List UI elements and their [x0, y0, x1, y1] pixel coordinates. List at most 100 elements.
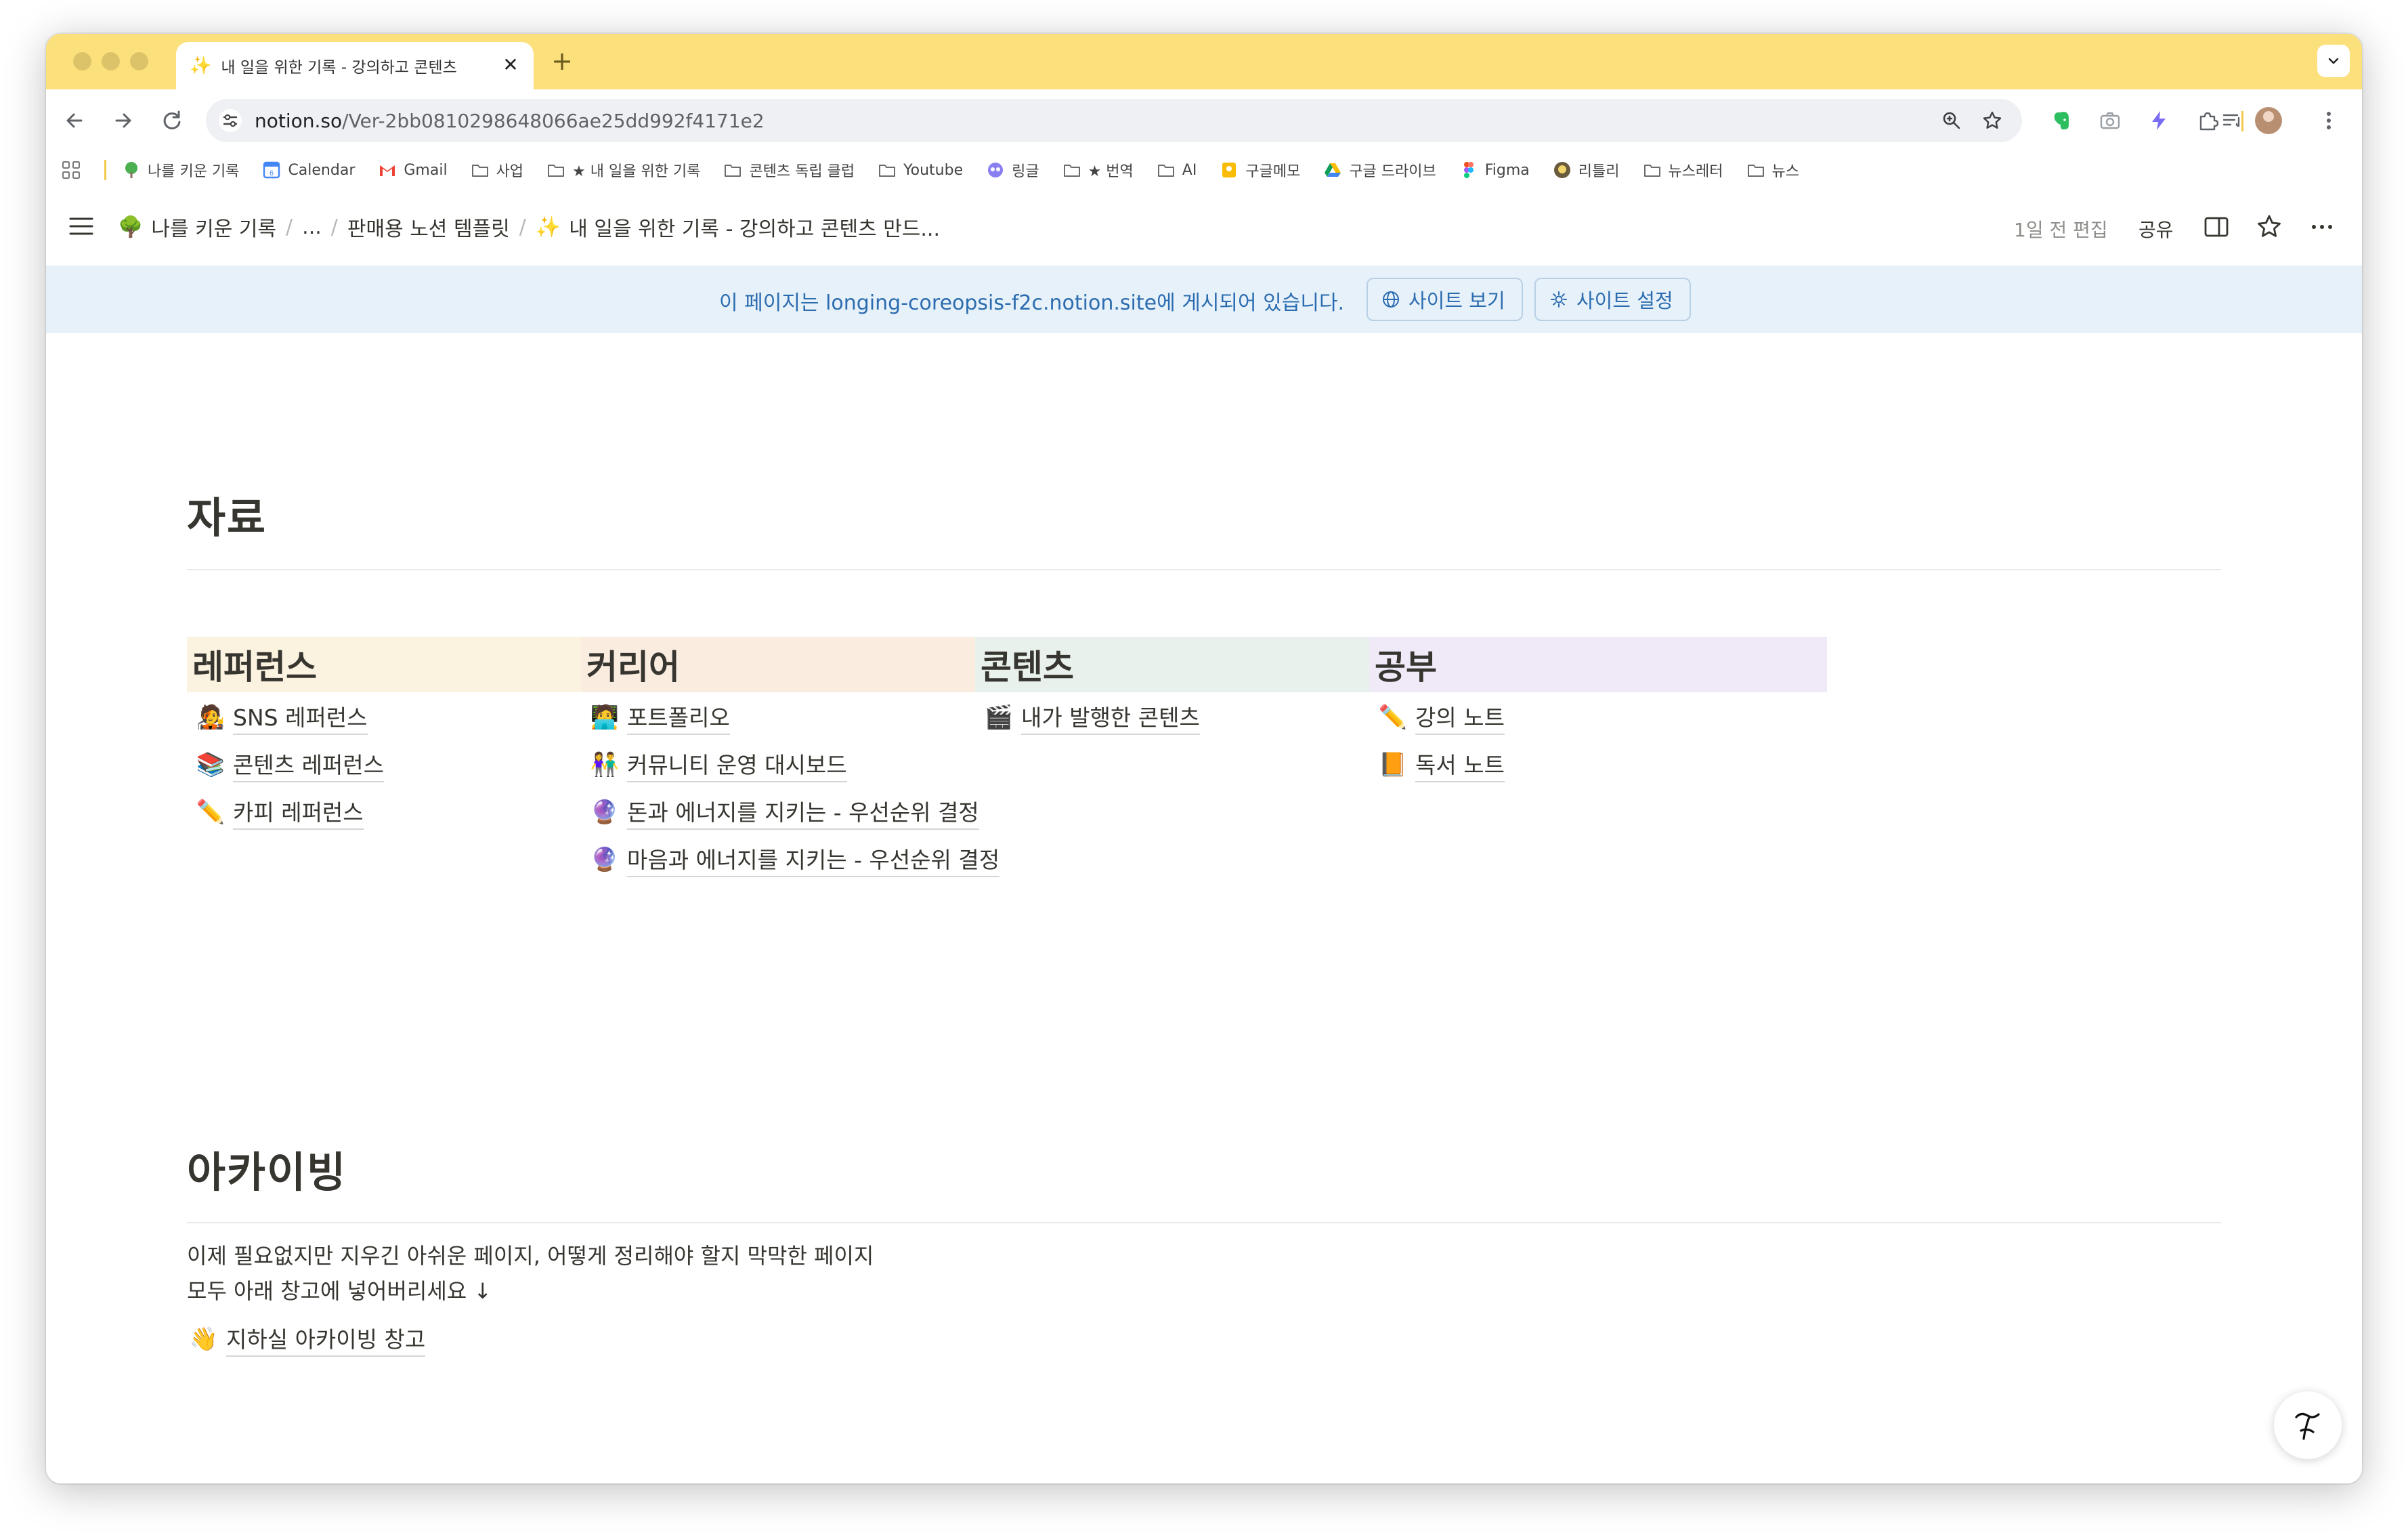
- bookmark-item[interactable]: 링글: [986, 159, 1039, 181]
- memo-icon: [1220, 161, 1239, 180]
- tab-strip: ✨ 내 일을 위한 기록 - 강의하고 콘텐츠 ✕ +: [46, 34, 2362, 89]
- close-window-button[interactable]: [73, 52, 91, 70]
- page-link-label: 커뮤니티 운영 대시보드: [627, 747, 847, 782]
- page-link[interactable]: ✏️ 카피 레퍼런스: [187, 788, 645, 836]
- sidebar-panel-icon[interactable]: [2202, 213, 2231, 241]
- help-button[interactable]: [2274, 1391, 2342, 1459]
- minimize-window-button[interactable]: [102, 52, 120, 70]
- section-heading-resources: 자료: [187, 493, 267, 543]
- favorite-star-icon[interactable]: [2255, 213, 2283, 241]
- bookmark-label: 콘텐츠 독립 클럽: [749, 163, 855, 180]
- bookmark-item[interactable]: 뉴스레터: [1643, 159, 1723, 181]
- page-link[interactable]: 🧑‍🎤 SNS 레퍼런스: [187, 694, 645, 741]
- bookmark-item[interactable]: 6 Calendar: [262, 161, 355, 180]
- page-link[interactable]: 🔮 돈과 에너지를 지키는 - 우선순위 결정: [581, 788, 1039, 836]
- breadcrumb-item-templates[interactable]: 판매용 노션 템플릿: [347, 212, 510, 242]
- tab-search-button[interactable]: [2317, 45, 2350, 77]
- close-tab-button[interactable]: ✕: [500, 54, 521, 76]
- address-bar[interactable]: notion.so/Ver-2bb0810298648066ae25dd992f…: [206, 99, 2022, 142]
- heading-divider: [187, 1222, 2221, 1223]
- breadcrumb-label: 나를 키운 기록: [151, 217, 277, 241]
- page-link-label: 포트폴리오: [627, 700, 730, 735]
- published-banner: 이 페이지는 longing-coreopsis-f2c.notion.site…: [46, 266, 2362, 333]
- heading-divider: [187, 569, 2221, 570]
- site-settings-icon[interactable]: [218, 108, 242, 133]
- bookmark-item[interactable]: Gmail: [378, 161, 448, 180]
- resource-column: 커리어 🧑‍💻 포트폴리오 👫 커뮤니티 운영 대시보드 🔮 돈과 에너지를 지키는 - 우…: [581, 637, 1039, 883]
- published-site-link[interactable]: longing-coreopsis-f2c.notion.site: [825, 291, 1157, 315]
- page-link[interactable]: 📚 콘텐츠 레퍼런스: [187, 741, 645, 788]
- folder-icon: [546, 161, 565, 180]
- back-icon[interactable]: [60, 106, 89, 135]
- page-link[interactable]: 🔮 마음과 에너지를 지키는 - 우선순위 결정: [581, 836, 1039, 883]
- forward-icon[interactable]: [108, 106, 138, 135]
- bookmark-label: 구글메모: [1245, 163, 1301, 180]
- tab-title: 내 일을 위한 기록 - 강의하고 콘텐츠: [221, 59, 457, 77]
- extensions-puzzle-icon[interactable]: [2195, 108, 2220, 133]
- page-link[interactable]: 📙 독서 노트: [1369, 741, 1827, 788]
- bookmark-item[interactable]: 뉴스: [1746, 159, 1799, 181]
- section-heading-archiving: 아카이빙: [187, 1147, 347, 1197]
- last-edited-label: 1일 전 편집: [2014, 219, 2108, 241]
- breadcrumb-item-ellipsis[interactable]: ...: [302, 215, 322, 239]
- bookmark-label: 리틀리: [1578, 163, 1620, 180]
- bookmark-item[interactable]: AI: [1157, 161, 1197, 180]
- bookmark-item[interactable]: 나를 키운 기록: [122, 159, 239, 181]
- maximize-window-button[interactable]: [130, 52, 148, 70]
- resource-column: 콘텐츠 🎬 내가 발행한 콘텐츠: [975, 637, 1433, 741]
- page-link[interactable]: 🎬 내가 발행한 콘텐츠: [975, 694, 1433, 741]
- reading-list-icon[interactable]: [2220, 108, 2244, 133]
- camera-extension-icon[interactable]: [2098, 108, 2122, 133]
- tree-icon: 🌳: [118, 215, 144, 239]
- page-emoji-icon: 🎬: [984, 704, 1014, 731]
- folder-icon: [878, 161, 897, 180]
- bookmark-item[interactable]: ★ 번역: [1062, 159, 1134, 181]
- apps-grid-icon[interactable]: [61, 160, 81, 180]
- page-link-label: 마음과 에너지를 지키는 - 우선순위 결정: [627, 842, 1000, 877]
- breadcrumb-separator: /: [519, 215, 526, 239]
- breadcrumb-item-root[interactable]: 🌳 나를 키운 기록: [118, 212, 276, 242]
- more-vertical-icon[interactable]: [2319, 106, 2339, 135]
- profile-avatar[interactable]: [2255, 107, 2282, 134]
- column-heading: 콘텐츠: [975, 637, 1433, 692]
- bookmark-item[interactable]: Youtube: [878, 161, 963, 180]
- archive-page-link[interactable]: 👋 지하실 아카이빙 창고: [180, 1315, 426, 1363]
- menu-icon[interactable]: [66, 211, 96, 241]
- bookmark-star-icon[interactable]: [1981, 110, 2003, 131]
- bookmark-item[interactable]: 리틀리: [1553, 159, 1620, 181]
- page-emoji-icon: 🧑‍🎤: [196, 704, 225, 731]
- bookmark-label: 나를 키운 기록: [148, 163, 240, 180]
- published-message: 이 페이지는 longing-coreopsis-f2c.notion.site…: [719, 286, 1344, 316]
- share-button[interactable]: 공유: [2138, 215, 2174, 243]
- site-settings-button[interactable]: 사이트 설정: [1534, 278, 1691, 321]
- page-link[interactable]: 🧑‍💻 포트폴리오: [581, 694, 1039, 741]
- bookmark-item[interactable]: 구글메모: [1220, 159, 1300, 181]
- breadcrumb-label: 판매용 노션 템플릿: [347, 217, 510, 241]
- notion-ai-icon: [2295, 1412, 2320, 1440]
- lightning-extension-icon[interactable]: [2147, 108, 2171, 133]
- bookmark-item[interactable]: 사업: [471, 159, 523, 181]
- browser-toolbar: notion.so/Ver-2bb0810298648066ae25dd992f…: [46, 89, 2362, 152]
- bookmark-list: 나를 키운 기록 6 Calendar Gmail 사업 ★ 내 일을 위한 기록 콘텐츠 …: [122, 152, 1799, 188]
- sparkles-icon: ✨: [190, 56, 212, 76]
- more-horizontal-icon[interactable]: [2308, 213, 2336, 241]
- bookmark-label: 구글 드라이브: [1349, 163, 1436, 180]
- breadcrumb-item-current[interactable]: ✨ 내 일을 위한 기록 - 강의하고 콘텐츠 만드...: [536, 212, 940, 242]
- page-link[interactable]: 👫 커뮤니티 운영 대시보드: [581, 741, 1039, 788]
- page-link[interactable]: ✏️ 강의 노트: [1369, 694, 1827, 741]
- resource-column: 레퍼런스 🧑‍🎤 SNS 레퍼런스 📚 콘텐츠 레퍼런스 ✏️ 카피 레퍼런스: [187, 637, 645, 836]
- view-site-button[interactable]: 사이트 보기: [1367, 278, 1523, 321]
- url-text[interactable]: notion.so/Ver-2bb0810298648066ae25dd992f…: [255, 110, 765, 132]
- active-tab[interactable]: ✨ 내 일을 위한 기록 - 강의하고 콘텐츠 ✕: [176, 42, 534, 89]
- reload-icon[interactable]: [157, 106, 187, 135]
- new-tab-button[interactable]: +: [547, 46, 577, 76]
- bookmark-item[interactable]: ★ 내 일을 위한 기록: [546, 159, 700, 181]
- bookmark-item[interactable]: 구글 드라이브: [1323, 159, 1436, 181]
- folder-icon: [1746, 161, 1765, 180]
- bookmark-item[interactable]: 콘텐츠 독립 클럽: [723, 159, 855, 181]
- zoom-icon[interactable]: [1941, 110, 1962, 131]
- breadcrumb-separator: /: [286, 215, 293, 239]
- bookmark-item[interactable]: Figma: [1459, 161, 1530, 180]
- lily-icon: [1553, 161, 1572, 180]
- evernote-extension-icon[interactable]: [2049, 108, 2073, 133]
